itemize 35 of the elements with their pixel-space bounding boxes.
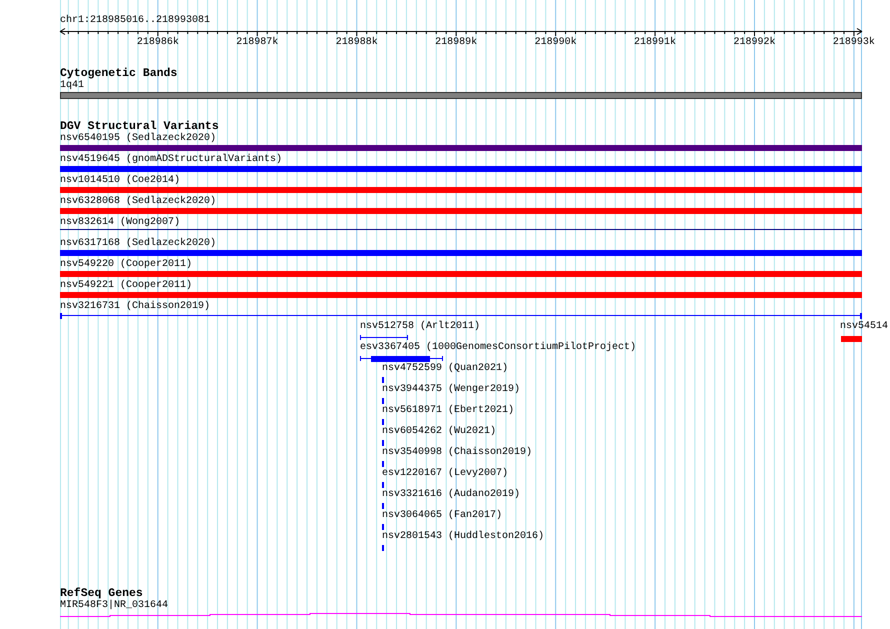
variant-label: nsv6054262 (Wu2021) [382, 426, 496, 438]
tick-label: 218991k [634, 37, 676, 48]
variant-label: nsv549220 (Cooper2011) [60, 259, 192, 271]
variant-label: nsv6328068 (Sedlazeck2020) [60, 196, 216, 208]
tick-label: 218993k [832, 37, 875, 48]
track-title: DGV Structural Variants [60, 121, 219, 133]
variant-label: nsv3321616 (Audano2019) [382, 489, 520, 501]
variant-label: nsv832614 (Wong2007) [60, 217, 180, 229]
variant-label: esv1220167 (Levy2007) [382, 468, 508, 480]
variant-label: nsv5618971 (Ebert2021) [382, 405, 514, 417]
variant-label: nsv512758 (Arlt2011) [360, 321, 480, 333]
variant-label: nsv3944375 (Wenger2019) [382, 384, 520, 396]
gene-label: MIR548F3|NR_031644 [60, 600, 168, 612]
variant-label: nsv54514 [840, 321, 888, 333]
variant-label: nsv6317168 (Sedlazeck2020) [60, 238, 216, 250]
location-label: chr1:218985016..218993081 [60, 15, 210, 27]
variant-label: nsv1014510 (Coe2014) [60, 175, 180, 187]
tick-label: 218987k [236, 37, 278, 48]
tick-label: 218986k [136, 37, 179, 48]
variant-label: nsv549221 (Cooper2011) [60, 280, 192, 292]
variant-label: nsv3216731 (Chaisson2019) [60, 301, 210, 313]
variant-label: nsv3064065 (Fan2017) [382, 510, 502, 522]
variant-label: nsv4519645 (gnomADStructuralVariants) [60, 154, 282, 166]
track-title: RefSeq Genes [60, 588, 143, 600]
variant-label: nsv4752599 (Quan2021) [382, 363, 508, 375]
variant-label: nsv3540998 (Chaisson2019) [382, 447, 532, 459]
tick-label: 218989k [435, 37, 478, 48]
band-label: 1q41 [60, 80, 84, 92]
tick-label: 218990k [534, 37, 577, 48]
variant-label: esv3367405 (1000GenomesConsortiumPilotProject) [360, 342, 636, 354]
tick-label: 218992k [734, 37, 776, 48]
variant-label: nsv2801543 (Huddleston2016) [382, 531, 544, 543]
tick-label: 218988k [336, 37, 378, 48]
track-title: Cytogenetic Bands [60, 68, 178, 80]
variant-label: nsv6540195 (Sedlazeck2020) [60, 133, 216, 145]
